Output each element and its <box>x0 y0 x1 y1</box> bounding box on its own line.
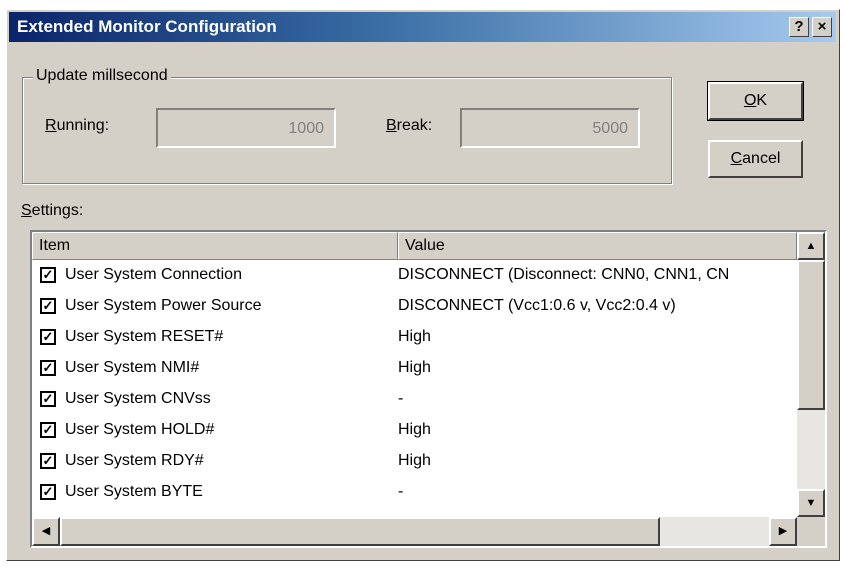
group-label: Update millsecond <box>33 67 171 85</box>
list-item[interactable]: ✓ User System Power Source DISCONNECT (V… <box>32 293 797 323</box>
scroll-left-icon[interactable]: ◀ <box>32 517 60 546</box>
list-item[interactable]: ✓ User System CNVss - <box>32 386 797 416</box>
ok-button[interactable]: OK <box>707 81 804 121</box>
column-header-value[interactable]: Value <box>398 232 797 260</box>
value-cell: High <box>398 452 431 469</box>
value-cell: High <box>398 421 431 438</box>
list-item[interactable]: ✓ User System Connection DISCONNECT (Dis… <box>32 262 797 292</box>
column-header-item[interactable]: Item <box>32 232 398 260</box>
item-cell: User System Power Source <box>65 297 262 314</box>
list-item[interactable]: ✓ User System HOLD# High <box>32 417 797 447</box>
break-label: Break: <box>386 117 433 134</box>
row-checkbox[interactable]: ✓ <box>40 422 56 438</box>
row-checkbox[interactable]: ✓ <box>40 484 56 500</box>
row-checkbox[interactable]: ✓ <box>40 360 56 376</box>
vertical-scrollbar[interactable]: ▲ ▼ <box>797 232 825 517</box>
settings-label: Settings: <box>21 202 84 219</box>
item-cell: User System RDY# <box>65 452 204 469</box>
window-title: Extended Monitor Configuration <box>17 17 277 36</box>
list-item[interactable]: ✓ User System NMI# High <box>32 355 797 385</box>
value-cell: DISCONNECT (Disconnect: CNN0, CNN1, CN <box>398 266 730 283</box>
item-cell: User System CNVss <box>65 390 211 407</box>
list-item[interactable]: ✓ User System RESET# High <box>32 324 797 354</box>
list-item[interactable]: ✓ User System RDY# High <box>32 448 797 478</box>
item-cell: User System HOLD# <box>65 421 215 438</box>
value-cell: DISCONNECT (Vcc1:0.6 v, Vcc2:0.4 v) <box>398 297 676 314</box>
value-cell: High <box>398 359 431 376</box>
value-cell: High <box>398 328 431 345</box>
item-cell: User System Connection <box>65 266 242 283</box>
scrollbar-corner <box>797 517 825 546</box>
value-cell: - <box>398 483 404 500</box>
running-label: Running: <box>45 117 110 134</box>
item-cell: User System BYTE <box>65 483 203 500</box>
list-item[interactable]: ✓ User System BYTE - <box>32 479 797 509</box>
close-button[interactable]: × <box>812 17 832 37</box>
running-field[interactable]: 1000 <box>156 108 336 148</box>
update-millisecond-group: Update millsecond Running: 1000 Break: 5… <box>22 67 672 184</box>
value-cell: - <box>398 390 404 407</box>
item-cell: User System NMI# <box>65 359 200 376</box>
help-button[interactable]: ? <box>789 17 809 37</box>
settings-list[interactable]: Item Value ✓ User System Connection DISC… <box>30 230 827 548</box>
vertical-scroll-thumb[interactable] <box>797 260 825 410</box>
title-bar[interactable]: Extended Monitor Configuration ? × <box>9 12 836 42</box>
horizontal-scrollbar[interactable]: ◀ ▶ <box>32 517 797 546</box>
scroll-down-icon[interactable]: ▼ <box>797 489 825 517</box>
item-cell: User System RESET# <box>65 328 224 345</box>
row-checkbox[interactable]: ✓ <box>40 453 56 469</box>
row-checkbox[interactable]: ✓ <box>40 298 56 314</box>
row-checkbox[interactable]: ✓ <box>40 267 56 283</box>
scroll-up-icon[interactable]: ▲ <box>797 232 825 260</box>
dialog-window: Extended Monitor Configuration ? × Updat… <box>6 9 840 561</box>
horizontal-scroll-thumb[interactable] <box>60 517 660 546</box>
row-checkbox[interactable]: ✓ <box>40 329 56 345</box>
row-checkbox[interactable]: ✓ <box>40 391 56 407</box>
scroll-right-icon[interactable]: ▶ <box>769 517 797 546</box>
break-field[interactable]: 5000 <box>460 108 640 148</box>
cancel-button[interactable]: Cancel <box>708 140 803 178</box>
